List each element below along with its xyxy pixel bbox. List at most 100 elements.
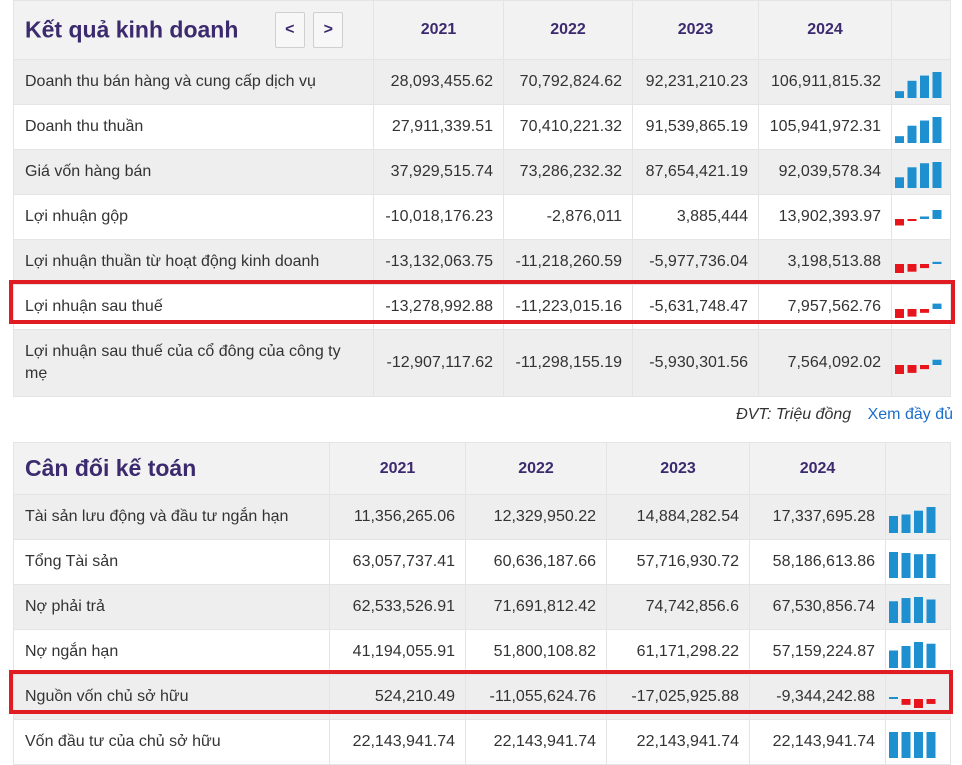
year-header-2021: 2021 <box>373 0 504 60</box>
year-header-2024: 2024 <box>758 0 892 60</box>
income-header-title-cell: Kết quả kinh doanh < > <box>13 0 374 60</box>
row-value: -5,930,301.56 <box>632 329 759 397</box>
sparkline-bar <box>920 163 929 188</box>
row-value: 63,057,737.41 <box>329 539 466 585</box>
row-value: -13,278,992.88 <box>373 284 504 330</box>
income-statement-table: Kết quả kinh doanh < > 2021 2022 2023 20… <box>13 0 951 397</box>
row-value: 12,329,950.22 <box>465 494 607 540</box>
sparkline-bar <box>920 120 929 143</box>
sparkline-bar <box>932 210 942 219</box>
year-header-2022: 2022 <box>465 442 607 495</box>
table-footer: ĐVT: Triệu đồng Xem đầy đủ <box>13 406 953 424</box>
sparkline-bar <box>901 645 911 668</box>
row-value: 51,800,108.82 <box>465 629 607 675</box>
row-label: Tổng Tài sản <box>13 539 330 585</box>
sparkline-bar <box>907 80 917 98</box>
row-value: 87,654,421.19 <box>632 149 759 195</box>
balance-header-title-cell: Cân đối kế toán <box>13 442 330 495</box>
table-row: Nợ phải trả 62,533,526.91 71,691,812.42 … <box>13 584 951 630</box>
row-value: 11,356,265.06 <box>329 494 466 540</box>
table-row: Lợi nhuận sau thuế -13,278,992.88 -11,22… <box>13 284 951 330</box>
sparkline-bar <box>895 177 904 188</box>
sparkline-chart <box>889 597 936 623</box>
sparkline-bar <box>920 264 929 269</box>
sparkline-bar <box>895 219 904 226</box>
sparkline-chart <box>895 303 942 318</box>
table-row: Lợi nhuận thuần từ hoạt động kinh doanh … <box>13 239 951 285</box>
row-value: -12,907,117.62 <box>373 329 504 397</box>
sparkline-bar <box>914 510 923 533</box>
row-value: 13,902,393.97 <box>758 194 892 240</box>
year-header-2023: 2023 <box>632 0 759 60</box>
sparkline-bar <box>895 91 904 98</box>
sparkline-cell <box>891 284 951 330</box>
row-value: 7,957,562.76 <box>758 284 892 330</box>
row-value: 60,636,187.66 <box>465 539 607 585</box>
sparkline-bar <box>926 643 936 668</box>
row-value: -11,298,155.19 <box>503 329 633 397</box>
row-value: 92,039,578.34 <box>758 149 892 195</box>
sparkline-bar <box>907 365 917 373</box>
sparkline-bar <box>889 732 898 758</box>
row-value: -10,018,176.23 <box>373 194 504 240</box>
sparkline-bar <box>932 117 942 143</box>
sparkline-bar <box>901 732 911 758</box>
sparkline-bar <box>920 216 929 219</box>
sparkline-bar <box>889 697 898 699</box>
sparkline-bar <box>895 264 904 273</box>
sparkline-bar <box>920 365 929 370</box>
sparkline-bar <box>901 552 911 578</box>
sparkline-bar <box>932 359 942 365</box>
row-value: -2,876,011 <box>503 194 633 240</box>
chart-header-cell <box>891 0 951 60</box>
row-value: 57,716,930.72 <box>606 539 750 585</box>
row-value: -5,631,748.47 <box>632 284 759 330</box>
sparkline-bar <box>889 515 898 533</box>
next-year-button[interactable]: > <box>313 12 344 48</box>
see-more-link[interactable]: Xem đầy đủ <box>868 406 953 423</box>
sparkline-bar <box>914 732 923 758</box>
row-value: 58,186,613.86 <box>749 539 886 585</box>
row-value: 27,911,339.51 <box>373 104 504 150</box>
row-value: 57,159,224.87 <box>749 629 886 675</box>
sparkline-bar <box>926 507 936 533</box>
sparkline-cell <box>891 239 951 285</box>
sparkline-chart <box>895 117 942 143</box>
row-label: Lợi nhuận thuần từ hoạt động kinh doanh <box>13 239 374 285</box>
sparkline-bar <box>932 303 942 309</box>
row-label: Lợi nhuận sau thuế <box>13 284 374 330</box>
year-header-2024: 2024 <box>749 442 886 495</box>
sparkline-cell <box>891 59 951 105</box>
sparkline-chart <box>895 261 942 273</box>
row-label: Lợi nhuận sau thuế của cổ đông của công … <box>13 329 374 397</box>
sparkline-bar <box>914 699 923 708</box>
table-row: Giá vốn hàng bán 37,929,515.74 73,286,23… <box>13 149 951 195</box>
sparkline-chart <box>889 642 936 668</box>
chart-header-cell <box>885 442 951 495</box>
row-value: 7,564,092.02 <box>758 329 892 397</box>
row-value: 91,539,865.19 <box>632 104 759 150</box>
sparkline-bar <box>901 699 911 705</box>
sparkline-bar <box>926 554 936 578</box>
year-header-2023: 2023 <box>606 442 750 495</box>
sparkline-cell <box>891 149 951 195</box>
table-row: Doanh thu bán hàng và cung cấp dịch vụ 2… <box>13 59 951 105</box>
sparkline-bar <box>914 554 923 578</box>
year-header-2022: 2022 <box>503 0 633 60</box>
sparkline-bar <box>907 167 917 188</box>
row-value: 3,885,444 <box>632 194 759 240</box>
sparkline-chart <box>895 162 942 188</box>
sparkline-bar <box>895 136 904 143</box>
table-row: Lợi nhuận gộp -10,018,176.23 -2,876,011 … <box>13 194 951 240</box>
row-label: Nguồn vốn chủ sở hữu <box>13 674 330 720</box>
row-value: 28,093,455.62 <box>373 59 504 105</box>
sparkline-cell <box>891 329 951 397</box>
sparkline-chart <box>889 732 936 758</box>
row-label: Nợ ngắn hạn <box>13 629 330 675</box>
sparkline-bar <box>926 699 936 704</box>
row-value: -11,223,015.16 <box>503 284 633 330</box>
row-label: Doanh thu thuần <box>13 104 374 150</box>
sparkline-bar <box>895 365 904 374</box>
prev-year-button[interactable]: < <box>274 12 305 48</box>
sparkline-chart <box>895 72 942 98</box>
